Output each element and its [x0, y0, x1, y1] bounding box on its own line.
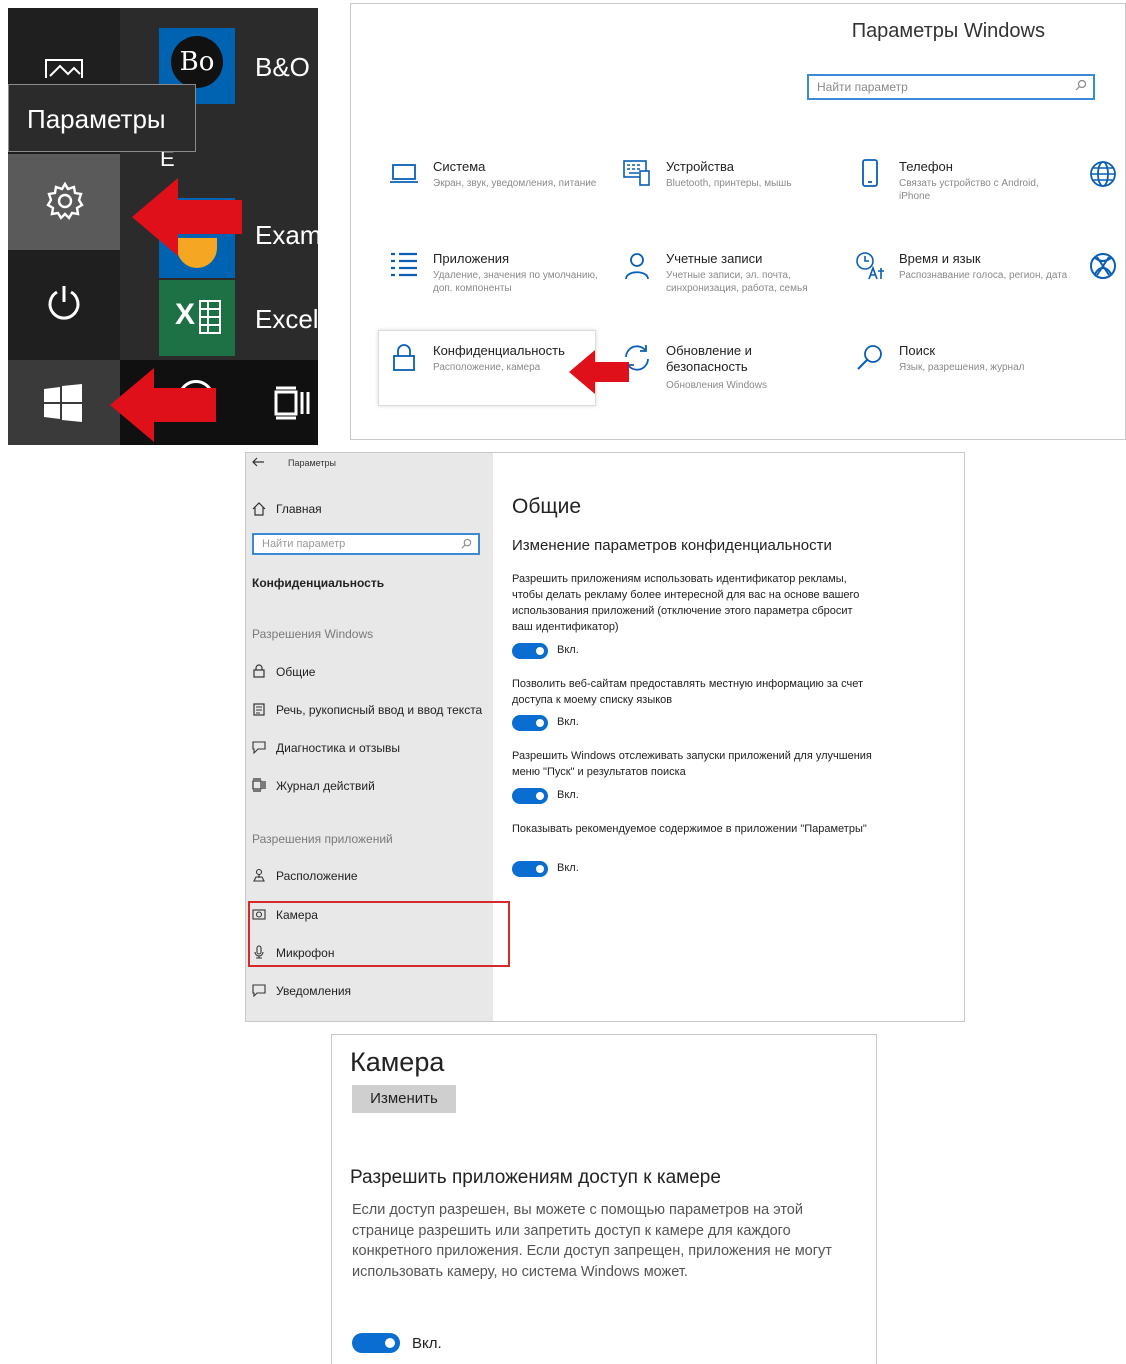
- sidebar-search-input[interactable]: Найти параметр: [252, 533, 480, 555]
- globe-icon[interactable]: [1088, 159, 1118, 189]
- settings-tooltip: Параметры: [8, 84, 196, 152]
- toggle-language-list[interactable]: [512, 715, 548, 731]
- sidebar-item-notifications[interactable]: Уведомления: [276, 984, 351, 998]
- category-desc: Распознавание голоса, регион, дата: [899, 270, 1068, 281]
- time-language-icon: [855, 251, 885, 281]
- window-title: Параметры: [288, 458, 336, 468]
- category-title: Система: [433, 159, 486, 174]
- category-title: Поиск: [899, 343, 936, 358]
- feedback-icon: [252, 740, 266, 754]
- excel-tile[interactable]: X: [159, 280, 235, 356]
- category-desc: Связать устройство с Android, iPhone: [899, 178, 1039, 202]
- category-desc: Язык, разрешения, журнал: [899, 362, 1025, 373]
- search-icon: [1075, 79, 1087, 91]
- apps-list-icon: [389, 251, 419, 281]
- page-subtitle: Изменение параметров конфиденциальности: [512, 537, 832, 554]
- category-desc: Bluetooth, принтеры, мышь: [666, 178, 792, 189]
- sidebar-item-activity[interactable]: Журнал действий: [276, 779, 375, 793]
- red-arrow-start: [110, 368, 216, 442]
- image-icon[interactable]: [44, 58, 84, 78]
- excel-x: X: [175, 298, 196, 331]
- person-icon: [622, 251, 652, 281]
- windows-logo-icon: [44, 384, 82, 422]
- nav-home[interactable]: Главная: [276, 502, 322, 516]
- sidebar-section-title: Конфиденциальность: [252, 576, 385, 590]
- option-language-list: Позволить веб-сайтам предоставлять местн…: [512, 678, 863, 706]
- category-desc: Учетные записи, эл. почта, синхронизация…: [666, 270, 808, 294]
- camera-microphone-highlight: [248, 901, 510, 967]
- camera-title: Камера: [350, 1047, 445, 1077]
- search-icon: [461, 538, 472, 549]
- notification-icon: [252, 983, 266, 997]
- camera-access-description: Если доступ разрешен, вы можете с помощь…: [352, 1202, 832, 1280]
- camera-access-heading: Разрешить приложениям доступ к камере: [350, 1167, 721, 1188]
- change-button[interactable]: Изменить: [352, 1085, 456, 1113]
- tile-label-exam: Exam: [255, 220, 318, 250]
- category-title: Обновление и безопасность: [666, 343, 752, 374]
- option-advertising-id: Разрешить приложениям использовать идент…: [512, 573, 860, 633]
- toggle-state-label: Вкл.: [412, 1335, 442, 1352]
- camera-access-toggle[interactable]: [352, 1333, 400, 1353]
- lock-icon: [252, 664, 266, 678]
- sidebar-item-diagnostics[interactable]: Диагностика и отзывы: [276, 741, 400, 755]
- back-arrow-icon[interactable]: [252, 457, 264, 467]
- camera-settings-panel: Камера Изменить Разрешить приложениям до…: [331, 1034, 877, 1364]
- bo-logo: Bo: [171, 36, 223, 88]
- red-arrow-settings: [132, 178, 242, 256]
- power-icon[interactable]: [46, 284, 82, 322]
- toggle-state-label: Вкл.: [557, 789, 579, 801]
- search-placeholder: Найти параметр: [262, 538, 346, 550]
- sidebar-item-location[interactable]: Расположение: [276, 869, 358, 883]
- privacy-settings-window: Параметры Главная Найти параметр Конфиде…: [245, 452, 965, 1022]
- group-app-permissions: Разрешения приложений: [252, 832, 393, 846]
- search-icon: [855, 343, 885, 373]
- phone-icon: [855, 159, 885, 189]
- category-desc: Удаление, значения по умолчанию, доп. ко…: [433, 270, 598, 294]
- start-button[interactable]: [8, 360, 120, 445]
- settings-title: Параметры Windows: [851, 20, 1045, 42]
- xbox-icon[interactable]: [1088, 251, 1118, 281]
- task-view-icon[interactable]: [274, 386, 310, 422]
- settings-button[interactable]: [8, 154, 120, 250]
- toggle-state-label: Вкл.: [557, 716, 579, 728]
- category-title: Время и язык: [899, 251, 981, 266]
- page-title: Общие: [512, 495, 582, 518]
- category-title: Устройства: [666, 159, 735, 174]
- tile-label-excel: Excel: [255, 304, 318, 334]
- search-placeholder: Найти параметр: [817, 80, 908, 94]
- category-desc: Экран, звук, уведомления, питание: [433, 178, 597, 189]
- category-desc: Обновления Windows: [666, 380, 767, 391]
- group-windows-permissions: Разрешения Windows: [252, 627, 374, 641]
- laptop-icon: [389, 159, 419, 189]
- gear-icon: [44, 180, 86, 222]
- keyboard-icon: [622, 159, 652, 189]
- toggle-state-label: Вкл.: [557, 862, 579, 874]
- toggle-state-label: Вкл.: [557, 644, 579, 656]
- timeline-icon: [252, 778, 266, 792]
- toggle-suggested-content[interactable]: [512, 861, 548, 877]
- category-title: Приложения: [433, 251, 510, 266]
- home-icon: [252, 502, 266, 516]
- start-menu-crop: Bo B&O E Exam X Excel Параметры: [8, 8, 318, 445]
- sidebar-item-speech[interactable]: Речь, рукописный ввод и ввод текста: [276, 703, 482, 717]
- option-app-launch-tracking: Разрешить Windows отслеживать запуски пр…: [512, 750, 872, 778]
- tile-label-bo: B&O: [255, 52, 310, 82]
- lock-icon: [389, 343, 419, 373]
- toggle-advertising-id[interactable]: [512, 643, 548, 659]
- red-arrow-privacy: [569, 350, 629, 394]
- settings-search-input[interactable]: Найти параметр: [807, 74, 1095, 100]
- settings-home-window: Параметры Windows Найти параметр Система…: [350, 3, 1126, 440]
- notepad-icon: [252, 702, 266, 716]
- option-suggested-content: Показывать рекомендуемое содержимое в пр…: [512, 823, 867, 835]
- sidebar-item-general[interactable]: Общие: [276, 665, 315, 679]
- excel-icon: [199, 300, 221, 334]
- location-icon: [252, 868, 266, 882]
- category-title: Конфиденциальность: [433, 343, 565, 358]
- category-title: Учетные записи: [666, 251, 763, 266]
- category-title: Телефон: [899, 159, 953, 174]
- toggle-app-launch-tracking[interactable]: [512, 788, 548, 804]
